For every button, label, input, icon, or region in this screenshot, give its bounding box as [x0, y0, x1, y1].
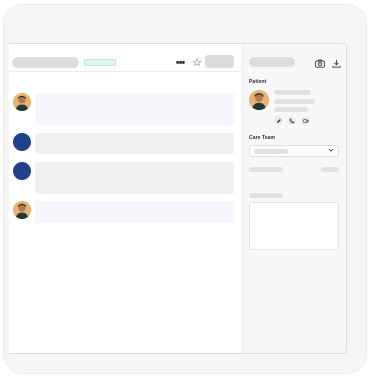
avatar — [13, 93, 31, 111]
phone-icon[interactable] — [287, 116, 296, 125]
status-badge-placeholder — [84, 59, 116, 66]
care-team-select-value-placeholder — [254, 149, 288, 154]
app-frame: ••• ☆ Patient Care Team — [3, 4, 367, 374]
info-label-placeholder — [249, 167, 283, 172]
app-window: ••• ☆ Patient Care Team — [9, 43, 347, 354]
conversation-pane: ••• ☆ — [9, 44, 242, 353]
avatar — [13, 201, 31, 219]
patient-sidebar: Patient Care Team — [242, 44, 346, 353]
edit-icon[interactable] — [274, 116, 283, 125]
patient-section-label: Patient — [249, 79, 267, 85]
person-avatar-icon — [13, 201, 31, 219]
chevron-down-icon — [328, 147, 334, 155]
message-bubble-placeholder — [35, 162, 234, 194]
sidebar-title-placeholder — [249, 57, 295, 67]
info-value-placeholder — [321, 167, 339, 172]
avatar — [249, 90, 269, 110]
notes-label-placeholder — [249, 193, 283, 198]
avatar — [13, 133, 31, 151]
message-bubble-placeholder — [35, 201, 234, 223]
notes-textarea[interactable] — [249, 202, 339, 250]
care-team-select[interactable] — [249, 145, 339, 157]
message-bubble-placeholder — [35, 133, 234, 154]
person-avatar-icon — [249, 90, 269, 110]
patient-detail-placeholder — [274, 99, 315, 104]
patient-detail-placeholder — [274, 107, 308, 112]
avatar — [13, 162, 31, 180]
care-team-section-label: Care Team — [249, 135, 276, 141]
person-avatar-icon — [13, 93, 31, 111]
download-icon[interactable] — [329, 56, 343, 70]
conversation-toolbar: ••• ☆ — [9, 44, 242, 72]
camera-icon[interactable] — [313, 56, 327, 70]
star-icon[interactable]: ☆ — [190, 56, 204, 70]
more-options-icon[interactable]: ••• — [173, 56, 187, 70]
primary-action-button-placeholder[interactable] — [205, 55, 234, 68]
patient-name-placeholder — [274, 90, 311, 95]
conversation-title-placeholder — [12, 57, 79, 68]
video-icon[interactable] — [301, 116, 310, 125]
message-bubble-placeholder — [35, 93, 234, 125]
